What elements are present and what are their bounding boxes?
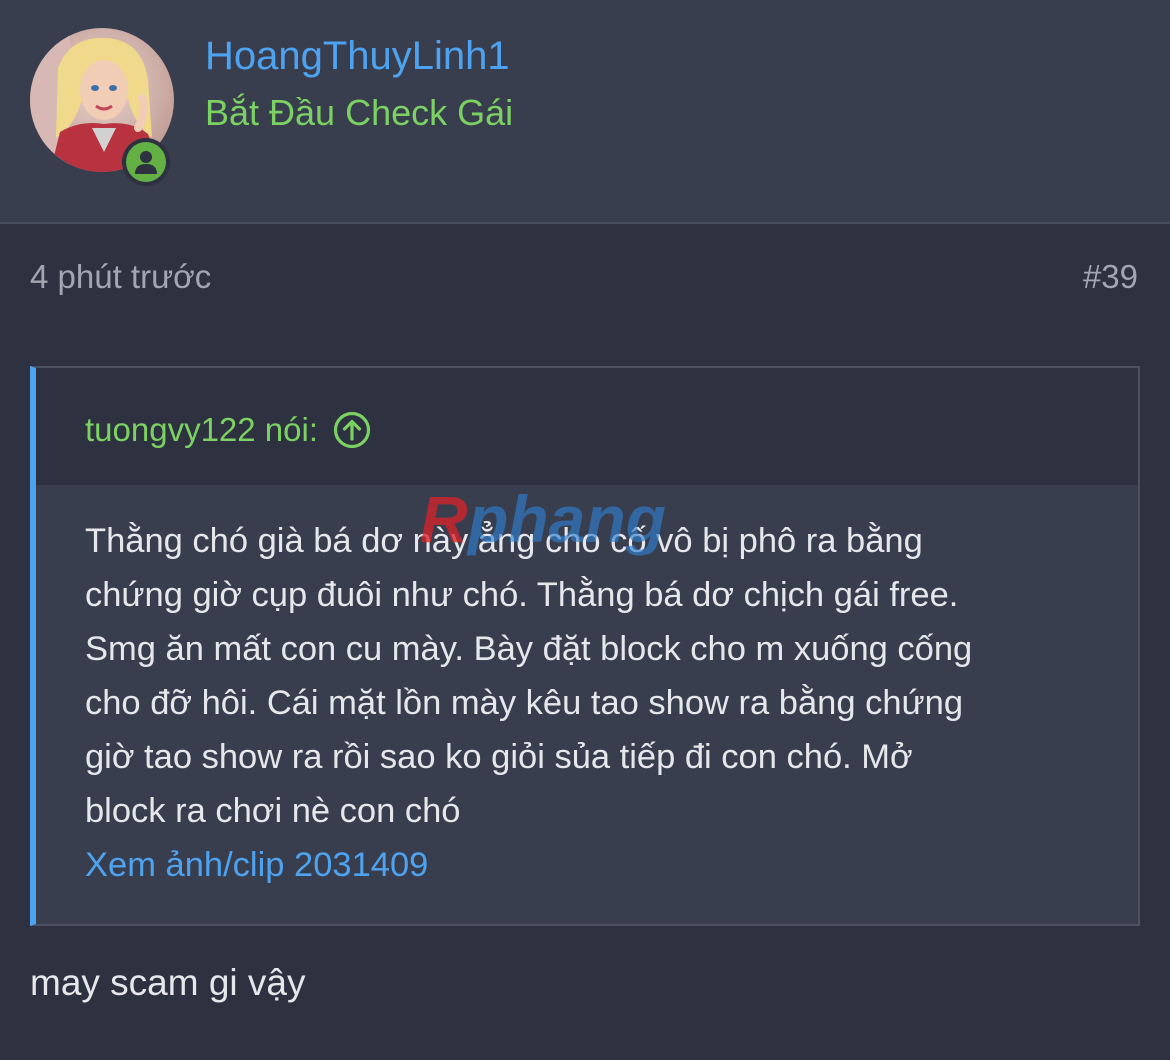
- quote-line: cho đỡ hôi. Cái mặt lồn mày kêu tao show…: [85, 684, 964, 722]
- user-title: Bắt Đầu Check Gái: [205, 92, 514, 133]
- quote-line: giờ tao show ra rồi sao ko giỏi sủa tiếp…: [85, 738, 913, 776]
- online-status-badge: [122, 138, 170, 186]
- post-header: HoangThuyLinh1 Bắt Đầu Check Gái: [0, 0, 1170, 224]
- quote-line: block ra chơi nè con chó: [85, 792, 461, 830]
- arrow-up-circle-icon[interactable]: [332, 410, 372, 450]
- quote-author-label[interactable]: tuongvy122 nói:: [85, 411, 318, 449]
- quote-author[interactable]: tuongvy122 nói:: [85, 410, 372, 450]
- quote-line: Thằng chó già bá dơ này ẳng cho cố vô bị…: [85, 522, 923, 560]
- post-body-text: may scam gi vậy: [30, 962, 306, 1003]
- quote-header: tuongvy122 nói:: [36, 368, 1138, 485]
- quote-content: Thằng chó già bá dơ này ẳng cho cố vô bị…: [85, 514, 1105, 892]
- quote-line: Smg ăn mất con cu mày. Bày đặt block cho…: [85, 630, 973, 668]
- post-timestamp[interactable]: 4 phút trước: [30, 258, 211, 296]
- username-link[interactable]: HoangThuyLinh1: [205, 34, 510, 79]
- post-number-link[interactable]: #39: [1083, 258, 1138, 296]
- user-online-icon: [126, 142, 166, 182]
- quote-block: tuongvy122 nói: Thằng chó già bá dơ này …: [30, 366, 1140, 926]
- media-link[interactable]: Xem ảnh/clip 2031409: [85, 838, 1105, 892]
- quote-line: chứng giờ cụp đuôi như chó. Thằng bá dơ …: [85, 576, 959, 614]
